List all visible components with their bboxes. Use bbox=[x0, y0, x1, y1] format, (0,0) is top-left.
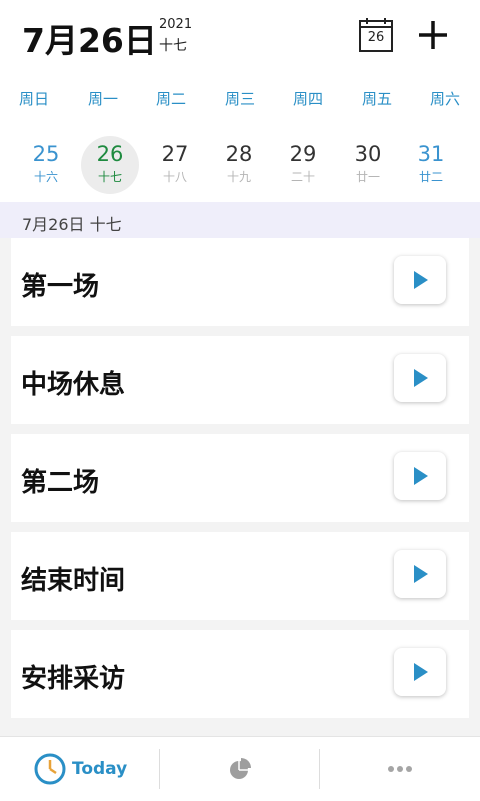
play-button[interactable] bbox=[394, 452, 446, 500]
play-icon bbox=[414, 369, 428, 387]
more-icon bbox=[388, 766, 412, 772]
play-icon bbox=[414, 271, 428, 289]
event-list: 第一场 中场休息 第二场 结束时间 安排采访 bbox=[0, 238, 480, 736]
event-title: 第一场 bbox=[21, 272, 100, 302]
bottom-tab-bar: Today bbox=[0, 736, 480, 801]
day-lunar: 十六 bbox=[33, 170, 58, 184]
pie-chart-icon bbox=[230, 758, 251, 779]
play-icon bbox=[414, 467, 428, 485]
day-cell[interactable]: 25 十六 bbox=[17, 136, 75, 194]
day-cell[interactable]: 30 廿一 bbox=[339, 136, 397, 194]
weekday-label: 周二 bbox=[155, 90, 186, 108]
list-item[interactable]: 第一场 bbox=[11, 238, 469, 326]
weekday-label: 周五 bbox=[361, 90, 392, 108]
day-number: 28 bbox=[225, 142, 253, 166]
day-number: 31 bbox=[417, 142, 445, 166]
day-number: 27 bbox=[161, 142, 189, 166]
event-title: 中场休息 bbox=[21, 370, 126, 400]
list-item[interactable]: 中场休息 bbox=[11, 336, 469, 424]
plus-icon bbox=[419, 21, 447, 49]
header: 7月26日 2021 十七 26 bbox=[0, 0, 480, 78]
day-lunar: 十七 bbox=[97, 170, 122, 184]
day-number: 25 bbox=[32, 142, 60, 166]
section-date-label: 7月26日 十七 bbox=[22, 215, 122, 234]
tab-today-label: Today bbox=[72, 759, 128, 779]
add-button[interactable] bbox=[414, 16, 452, 54]
current-year: 2021 bbox=[159, 17, 193, 32]
play-button[interactable] bbox=[394, 550, 446, 598]
day-cell[interactable]: 29 二十 bbox=[274, 136, 332, 194]
weekday-label: 周三 bbox=[224, 90, 255, 108]
day-strip: 25 十六 26 十七 27 十八 28 十九 29 二十 30 廿一 31 廿… bbox=[0, 136, 480, 196]
weekday-row: 周日 周一 周二 周三 周四 周五 周六 bbox=[0, 88, 480, 112]
day-cell[interactable]: 28 十九 bbox=[210, 136, 268, 194]
list-item[interactable]: 第二场 bbox=[11, 434, 469, 522]
day-number: 29 bbox=[289, 142, 317, 166]
play-icon bbox=[414, 663, 428, 681]
day-number: 30 bbox=[354, 142, 382, 166]
day-lunar: 十八 bbox=[162, 170, 187, 184]
tab-more[interactable] bbox=[320, 737, 480, 801]
day-number: 26 bbox=[96, 142, 124, 166]
weekday-label: 周四 bbox=[292, 90, 323, 108]
list-item[interactable]: 安排采访 bbox=[11, 630, 469, 718]
play-button[interactable] bbox=[394, 354, 446, 402]
day-cell[interactable]: 31 廿二 bbox=[402, 136, 460, 194]
current-date: 7月26日 bbox=[22, 21, 157, 60]
day-lunar: 十九 bbox=[226, 170, 251, 184]
clock-icon bbox=[34, 753, 66, 785]
play-button[interactable] bbox=[394, 648, 446, 696]
current-lunar-date: 十七 bbox=[159, 38, 187, 54]
day-lunar: 廿二 bbox=[418, 170, 443, 184]
calendar-icon-day: 26 bbox=[367, 30, 385, 45]
day-cell-selected[interactable]: 26 十七 bbox=[81, 136, 139, 194]
event-title: 第二场 bbox=[21, 468, 100, 498]
section-header: 7月26日 十七 bbox=[0, 202, 480, 238]
event-title: 结束时间 bbox=[21, 566, 126, 596]
weekday-label: 周日 bbox=[18, 90, 49, 108]
day-cell[interactable]: 27 十八 bbox=[146, 136, 204, 194]
day-lunar: 廿一 bbox=[355, 170, 380, 184]
weekday-label: 周一 bbox=[87, 90, 118, 108]
calendar-button[interactable]: 26 bbox=[358, 17, 394, 53]
weekday-label: 周六 bbox=[429, 90, 460, 108]
play-button[interactable] bbox=[394, 256, 446, 304]
tab-statistics[interactable] bbox=[160, 737, 320, 801]
event-title: 安排采访 bbox=[21, 664, 126, 694]
play-icon bbox=[414, 565, 428, 583]
day-lunar: 二十 bbox=[290, 170, 315, 184]
tab-today[interactable]: Today bbox=[0, 737, 160, 801]
list-item[interactable]: 结束时间 bbox=[11, 532, 469, 620]
